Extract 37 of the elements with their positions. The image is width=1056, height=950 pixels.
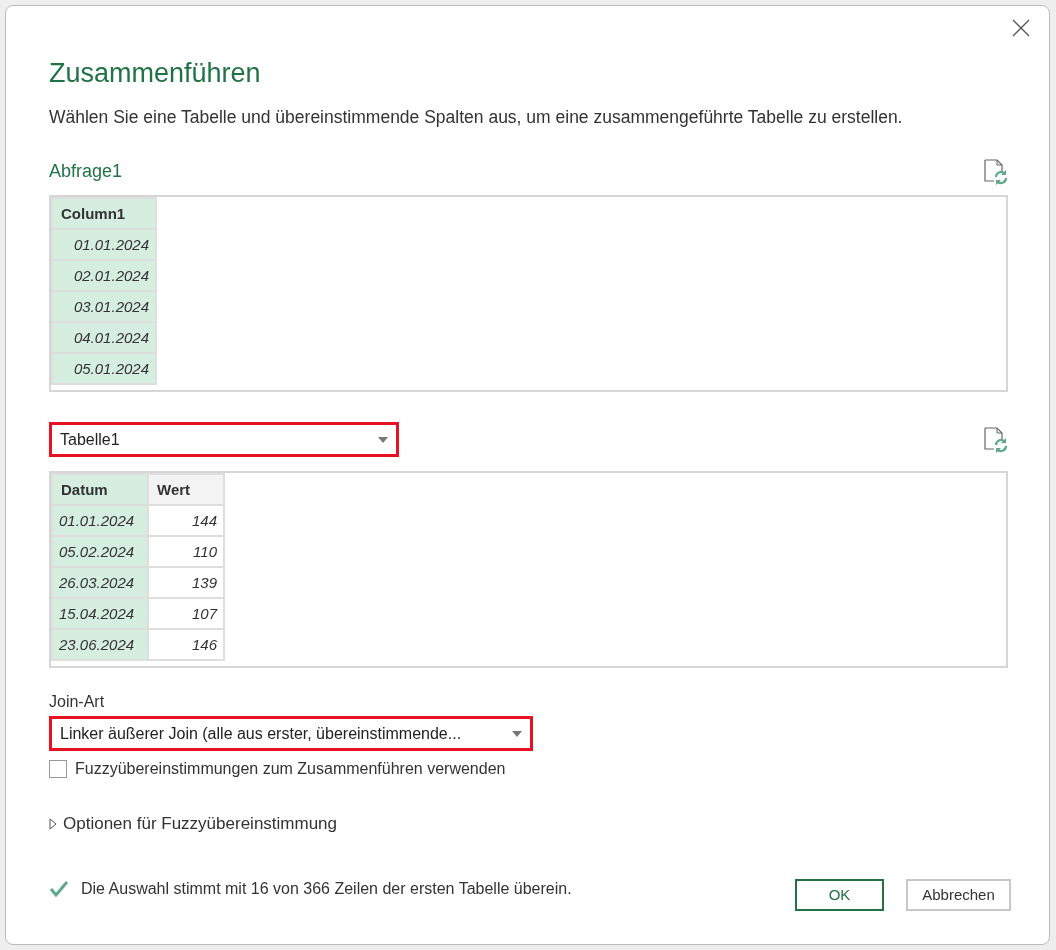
column-header[interactable]: Wert <box>148 474 224 506</box>
dropdown[interactable]: Tabelle1 <box>49 422 399 458</box>
table-cell: 139 <box>148 567 224 599</box>
checkbox[interactable] <box>49 760 67 779</box>
checkmark-icon <box>49 879 69 898</box>
cancel-button[interactable]: Abbrechen <box>906 878 1011 911</box>
table-cell: 05.02.2024 <box>52 536 148 568</box>
table-cell: 02.01.2024 <box>52 260 156 292</box>
dropdown[interactable]: Linker äußerer Join (alle aus erster, übereinstimmende... <box>49 716 533 752</box>
file-refresh-icon[interactable] <box>984 158 1008 185</box>
table-cell: 15.04.2024 <box>52 598 148 630</box>
close-icon <box>1012 19 1030 37</box>
expand-triangle-icon <box>49 818 57 830</box>
table-cell: 26.03.2024 <box>52 567 148 599</box>
ok-button[interactable]: OK <box>795 878 884 911</box>
table-cell: 23.06.2024 <box>52 629 148 661</box>
checkbox-label: Fuzzyübereinstimmungen zum Zusammenführen verwenden <box>75 759 506 780</box>
caret-icon <box>512 730 522 737</box>
table-cell: 107 <box>148 598 224 630</box>
dialog-title: Zusammenführen <box>49 57 262 90</box>
join-kind-label: Join-Art <box>49 692 106 713</box>
caret-icon <box>378 436 388 443</box>
table-cell: 01.01.2024 <box>52 505 148 537</box>
column-header[interactable]: Column1 <box>52 198 156 230</box>
table-cell: 144 <box>148 505 224 537</box>
file-refresh-icon[interactable] <box>984 426 1008 453</box>
column-header[interactable]: Datum <box>52 474 148 506</box>
status-message: Die Auswahl stimmt mit 16 von 366 Zeilen der ersten Tabelle überein. <box>81 878 572 899</box>
fuzzy-options-toggle[interactable]: Optionen für Fuzzyübereinstimmung <box>49 811 338 837</box>
table-cell: 05.01.2024 <box>52 353 156 385</box>
table-cell: 110 <box>148 536 224 568</box>
query-name: Abfrage1 <box>49 160 123 184</box>
dialog-description: Wählen Sie eine Tabelle und übereinstimmende Spalten aus, um eine zusammengeführte Tabelle zu erstellen. <box>49 106 904 129</box>
table-cell: 03.01.2024 <box>52 291 156 323</box>
table-cell: 01.01.2024 <box>52 229 156 261</box>
table-cell: 04.01.2024 <box>52 322 156 354</box>
table-cell: 146 <box>148 629 224 661</box>
